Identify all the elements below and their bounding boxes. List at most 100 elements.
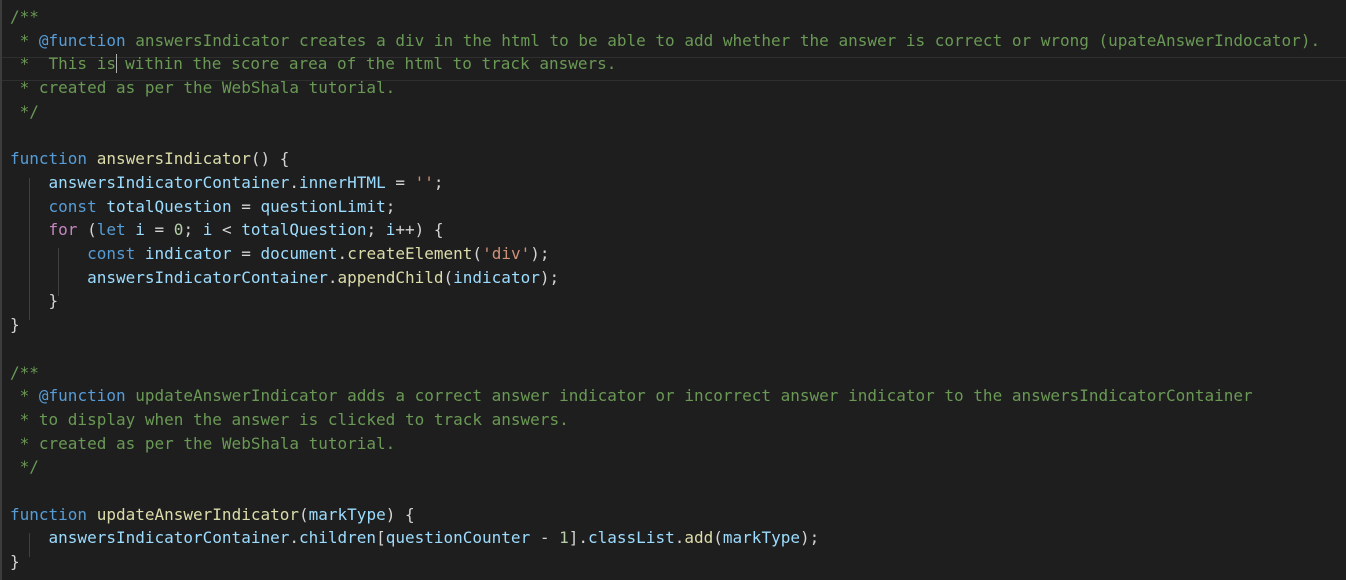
code-token: document — [260, 244, 338, 263]
code-token: answersIndicator creates a div in the ht… — [125, 30, 1321, 50]
code-line[interactable]: */ — [10, 100, 39, 124]
code-token: ; — [385, 196, 396, 216]
code-token: questionLimit — [260, 196, 386, 216]
code-token: markType — [722, 528, 800, 548]
code-line[interactable]: * created as per the WebShala tutorial. — [10, 432, 396, 456]
code-line[interactable]: answersIndicatorContainer.innerHTML = ''… — [10, 171, 444, 195]
code-line[interactable]: const indicator = document.createElement… — [10, 242, 550, 266]
code-token: totalQuestion — [106, 196, 232, 216]
code-token: i — [135, 220, 145, 240]
code-token: */ — [10, 457, 39, 477]
code-token: } — [10, 291, 59, 311]
code-token: 'div' — [482, 244, 531, 263]
code-token: i — [202, 220, 213, 240]
code-token: 0 — [173, 220, 184, 240]
code-token: ( — [443, 267, 454, 287]
code-line[interactable]: for (let i = 0; i < totalQuestion; i++) … — [10, 218, 444, 242]
code-line[interactable]: /** — [10, 5, 39, 29]
code-line[interactable]: */ — [10, 455, 39, 479]
code-token: let — [96, 220, 126, 240]
code-token: */ — [10, 101, 39, 121]
code-token: answersIndicatorContainer — [87, 267, 328, 287]
code-token: appendChild — [337, 267, 444, 287]
code-line[interactable]: function answersIndicator() { — [10, 147, 289, 171]
code-token: function — [10, 149, 88, 169]
code-token: ( — [713, 528, 723, 548]
code-token: function — [10, 504, 88, 524]
code-token: * to display when the answer is clicked … — [10, 409, 569, 429]
code-token: add — [684, 528, 714, 548]
code-token: ); — [539, 267, 560, 287]
code-line[interactable]: answersIndicatorContainer.children[quest… — [10, 526, 820, 550]
code-token: . — [289, 528, 299, 548]
code-token: . — [337, 244, 348, 263]
code-token: ( — [299, 504, 309, 524]
code-token: '' — [414, 172, 434, 192]
code-token: . — [674, 528, 685, 548]
code-token: ; — [433, 172, 444, 192]
code-line[interactable]: function updateAnswerIndicator(markType)… — [10, 503, 415, 527]
code-token: children — [299, 528, 377, 548]
code-token: updateAnswerIndicator adds a correct ans… — [125, 386, 1253, 406]
code-token: ) { — [385, 504, 415, 524]
code-line[interactable]: * to display when the answer is clicked … — [10, 408, 569, 432]
code-token: ( — [472, 244, 483, 263]
code-token: - — [530, 528, 560, 548]
code-line[interactable]: } — [10, 313, 20, 337]
code-line[interactable]: answersIndicatorContainer.appendChild(in… — [10, 266, 559, 290]
code-token: 1 — [559, 528, 569, 548]
code-token: ]. — [568, 528, 589, 548]
code-token: @function — [38, 30, 126, 50]
code-line[interactable]: * @function updateAnswerIndicator adds a… — [10, 384, 1253, 408]
code-token: const — [87, 244, 136, 263]
code-token: indicator — [453, 267, 540, 287]
code-line[interactable]: * created as per the WebShala tutorial. — [10, 76, 396, 100]
code-token: within the score area of the html to tra… — [115, 54, 617, 74]
code-token: markType — [308, 504, 386, 524]
code-editor[interactable]: /** * @function answersIndicator creates… — [0, 0, 1346, 580]
code-token: ); — [530, 244, 550, 263]
code-line[interactable]: } — [10, 550, 20, 574]
code-token: * created as per the WebShala tutorial. — [10, 433, 396, 453]
code-token: indicator — [144, 244, 232, 263]
code-token: answersIndicatorContainer — [48, 528, 290, 548]
code-token: ); — [799, 528, 820, 548]
code-token: } — [10, 315, 20, 335]
code-token: updateAnswerIndicator — [96, 504, 299, 524]
code-token: = — [385, 172, 415, 192]
code-token: * This is — [10, 54, 116, 74]
code-token: ; — [183, 220, 203, 240]
editor-left-edge — [0, 0, 2, 580]
code-token: ; — [366, 220, 386, 240]
code-token: answersIndicator — [96, 149, 251, 169]
code-token: questionCounter — [385, 528, 531, 548]
code-token: /** — [10, 7, 39, 26]
code-token: . — [327, 267, 338, 287]
code-token: } — [10, 552, 20, 572]
code-line[interactable]: * This is within the score area of the h… — [10, 52, 616, 76]
code-token: < — [212, 220, 242, 240]
code-token: const — [48, 196, 97, 216]
code-line[interactable]: /** — [10, 361, 39, 385]
code-token: * — [10, 30, 39, 50]
code-token: for — [48, 220, 78, 240]
code-line[interactable]: * @function answersIndicator creates a d… — [10, 29, 1320, 53]
code-token: totalQuestion — [241, 220, 367, 240]
code-line[interactable]: const totalQuestion = questionLimit; — [10, 195, 396, 219]
code-token: * — [10, 386, 39, 406]
code-line[interactable]: } — [10, 289, 59, 313]
code-token: i — [385, 220, 396, 240]
code-token: * created as per the WebShala tutorial. — [10, 78, 396, 98]
code-token: ++) { — [395, 220, 444, 240]
code-token: ( — [77, 220, 97, 240]
code-token: = — [231, 196, 261, 216]
